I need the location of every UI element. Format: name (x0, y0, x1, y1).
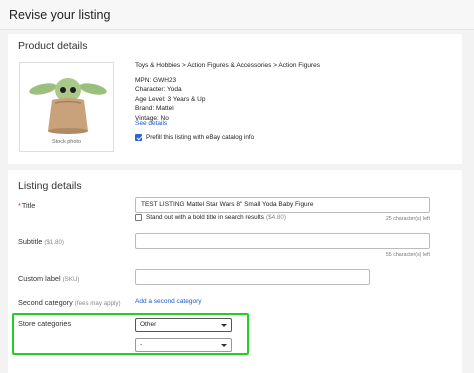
chevron-down-icon (221, 324, 227, 327)
custom-label-note: (SKU) (62, 276, 80, 283)
product-specific: Character: Yoda (135, 86, 182, 94)
subtitle-input[interactable] (135, 233, 430, 249)
page-title: Revise your listing (9, 8, 111, 22)
product-specific: MPN: GWH23 (135, 76, 177, 84)
chevron-down-icon (221, 344, 227, 347)
product-details-heading: Product details (18, 40, 88, 52)
store-category-primary-select[interactable]: Other (135, 318, 232, 332)
subtitle-label: Subtitle ($1.80) (18, 237, 64, 246)
listing-details-card: Listing details *Title TEST LISTING Matt… (8, 170, 462, 373)
subtitle-fee: ($1.80) (44, 239, 64, 246)
title-label-text: Title (21, 201, 36, 210)
baby-yoda-figure-image (29, 78, 107, 134)
second-category-fee: (fees may apply) (74, 300, 121, 307)
subtitle-char-counter: 55 character(s) left (385, 252, 430, 258)
custom-label-input[interactable] (135, 269, 370, 285)
second-category-text: Second category (18, 298, 73, 307)
bold-title-label: Stand out with a bold title in search re… (146, 214, 264, 221)
prefill-label: Prefill this listing with eBay catalog i… (146, 134, 255, 141)
add-second-category-link[interactable]: Add a second category (135, 298, 202, 305)
product-details-card: Product details Stock photo Toys & Hobbi… (8, 34, 462, 164)
bold-title-option[interactable]: Stand out with a bold title in search re… (135, 214, 286, 221)
title-label: *Title (18, 201, 35, 210)
custom-label-text: Custom label (18, 274, 61, 283)
store-category-primary-value: Other (140, 321, 157, 328)
stock-photo[interactable]: Stock photo (19, 62, 114, 152)
store-category-secondary-select[interactable]: - (135, 338, 232, 352)
product-info: Toys & Hobbies > Action Figures & Access… (135, 61, 320, 124)
title-char-counter: 25 character(s) left (385, 216, 430, 222)
store-category-secondary-value: - (140, 341, 143, 348)
second-category-label: Second category (fees may apply) (18, 298, 121, 307)
category-path: Toys & Hobbies > Action Figures & Access… (135, 62, 320, 69)
page-header: Revise your listing (0, 0, 474, 30)
title-input[interactable]: TEST LISTING Mattel Star Wars 8" Small Y… (135, 197, 430, 213)
bold-title-checkbox[interactable] (135, 214, 142, 221)
product-specific: Brand: Mattel (135, 105, 174, 113)
stock-photo-caption: Stock photo (51, 139, 82, 145)
prefill-catalog-option[interactable]: Prefill this listing with eBay catalog i… (135, 134, 254, 141)
required-marker: * (18, 201, 21, 210)
custom-label-label: Custom label (SKU) (18, 274, 79, 283)
bold-title-fee: ($4.80) (265, 214, 286, 221)
prefill-checkbox[interactable] (135, 134, 142, 141)
listing-details-heading: Listing details (18, 180, 82, 192)
product-specific: Age Level: 3 Years & Up (135, 95, 206, 103)
store-categories-label: Store categories (18, 319, 72, 328)
subtitle-label-text: Subtitle (18, 237, 43, 246)
see-details-link[interactable]: See details (135, 120, 167, 127)
